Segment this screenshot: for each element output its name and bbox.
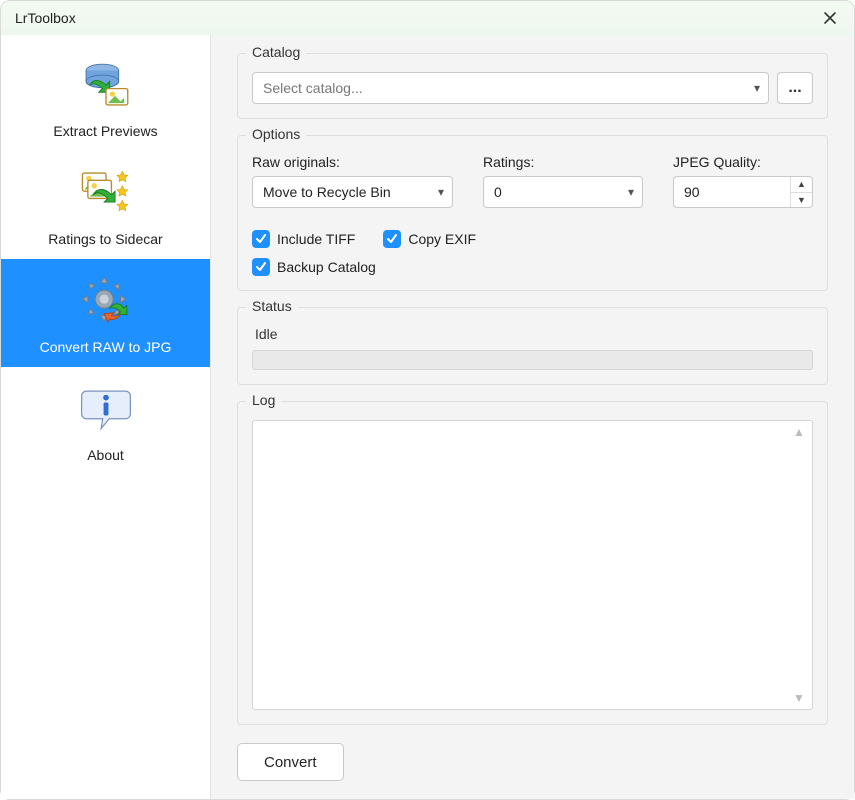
copy-exif-label: Copy EXIF — [408, 231, 476, 247]
catalog-browse-button[interactable]: ... — [777, 72, 813, 104]
backup-catalog-checkbox[interactable]: Backup Catalog — [252, 258, 376, 276]
chevron-down-icon: ▾ — [754, 81, 760, 95]
log-textarea[interactable]: ▲ ▼ — [252, 420, 813, 710]
convert-button[interactable]: Convert — [237, 743, 344, 781]
raw-originals-label: Raw originals: — [252, 154, 453, 170]
status-group: Status Idle — [237, 307, 828, 385]
options-legend: Options — [246, 126, 306, 142]
extract-previews-icon — [74, 53, 138, 117]
status-text: Idle — [252, 326, 813, 342]
sidebar-item-extract-previews[interactable]: Extract Previews — [1, 43, 210, 151]
checkbox-icon — [252, 230, 270, 248]
close-button[interactable] — [816, 4, 844, 32]
sidebar-item-label: Ratings to Sidecar — [48, 231, 162, 247]
chevron-down-icon: ▾ — [438, 185, 444, 199]
raw-originals-select[interactable]: Move to Recycle Bin ▾ — [252, 176, 453, 208]
log-legend: Log — [246, 392, 281, 408]
sidebar-item-about[interactable]: About — [1, 367, 210, 475]
catalog-select[interactable]: Select catalog... ▾ — [252, 72, 769, 104]
include-tiff-checkbox[interactable]: Include TIFF — [252, 230, 355, 248]
progress-bar — [252, 350, 813, 370]
ratings-sidecar-icon — [74, 161, 138, 225]
ratings-value: 0 — [494, 184, 502, 200]
ratings-label: Ratings: — [483, 154, 643, 170]
spinner-up-button[interactable]: ▲ — [791, 177, 812, 192]
sidebar-item-ratings-sidecar[interactable]: Ratings to Sidecar — [1, 151, 210, 259]
checkbox-icon — [252, 258, 270, 276]
catalog-legend: Catalog — [246, 44, 306, 60]
spinner-down-button[interactable]: ▼ — [791, 192, 812, 208]
close-icon — [823, 11, 837, 25]
raw-originals-value: Move to Recycle Bin — [263, 184, 391, 200]
convert-button-label: Convert — [264, 754, 317, 771]
options-group: Options Raw originals: Move to Recycle B… — [237, 135, 828, 291]
jpeg-quality-label: JPEG Quality: — [673, 154, 813, 170]
include-tiff-label: Include TIFF — [277, 231, 355, 247]
scroll-down-icon: ▼ — [793, 691, 809, 705]
jpeg-quality-spinner[interactable]: 90 ▲ ▼ — [673, 176, 813, 208]
window-title: LrToolbox — [15, 10, 816, 26]
ratings-select[interactable]: 0 ▾ — [483, 176, 643, 208]
log-group: Log ▲ ▼ — [237, 401, 828, 725]
sidebar-item-label: About — [87, 447, 124, 463]
jpeg-quality-value: 90 — [674, 177, 790, 207]
sidebar-item-label: Convert RAW to JPG — [40, 339, 172, 355]
window-body: Extract Previews — [1, 35, 854, 799]
backup-catalog-label: Backup Catalog — [277, 259, 376, 275]
sidebar: Extract Previews — [1, 35, 211, 799]
checkbox-icon — [383, 230, 401, 248]
chevron-down-icon: ▾ — [628, 185, 634, 199]
log-scrollbar[interactable]: ▲ ▼ — [793, 425, 809, 705]
about-icon — [74, 377, 138, 441]
titlebar: LrToolbox — [1, 1, 854, 35]
sidebar-item-label: Extract Previews — [53, 123, 157, 139]
scroll-up-icon: ▲ — [793, 425, 809, 439]
copy-exif-checkbox[interactable]: Copy EXIF — [383, 230, 476, 248]
app-window: LrToolbox Extract Previ — [0, 0, 855, 800]
ellipsis-icon: ... — [788, 79, 801, 97]
catalog-placeholder: Select catalog... — [263, 80, 363, 96]
sidebar-item-convert-raw[interactable]: Convert RAW to JPG — [1, 259, 210, 367]
status-legend: Status — [246, 298, 298, 314]
convert-raw-icon — [74, 269, 138, 333]
catalog-group: Catalog Select catalog... ▾ ... — [237, 53, 828, 119]
main-panel: Catalog Select catalog... ▾ ... Options … — [211, 35, 854, 799]
